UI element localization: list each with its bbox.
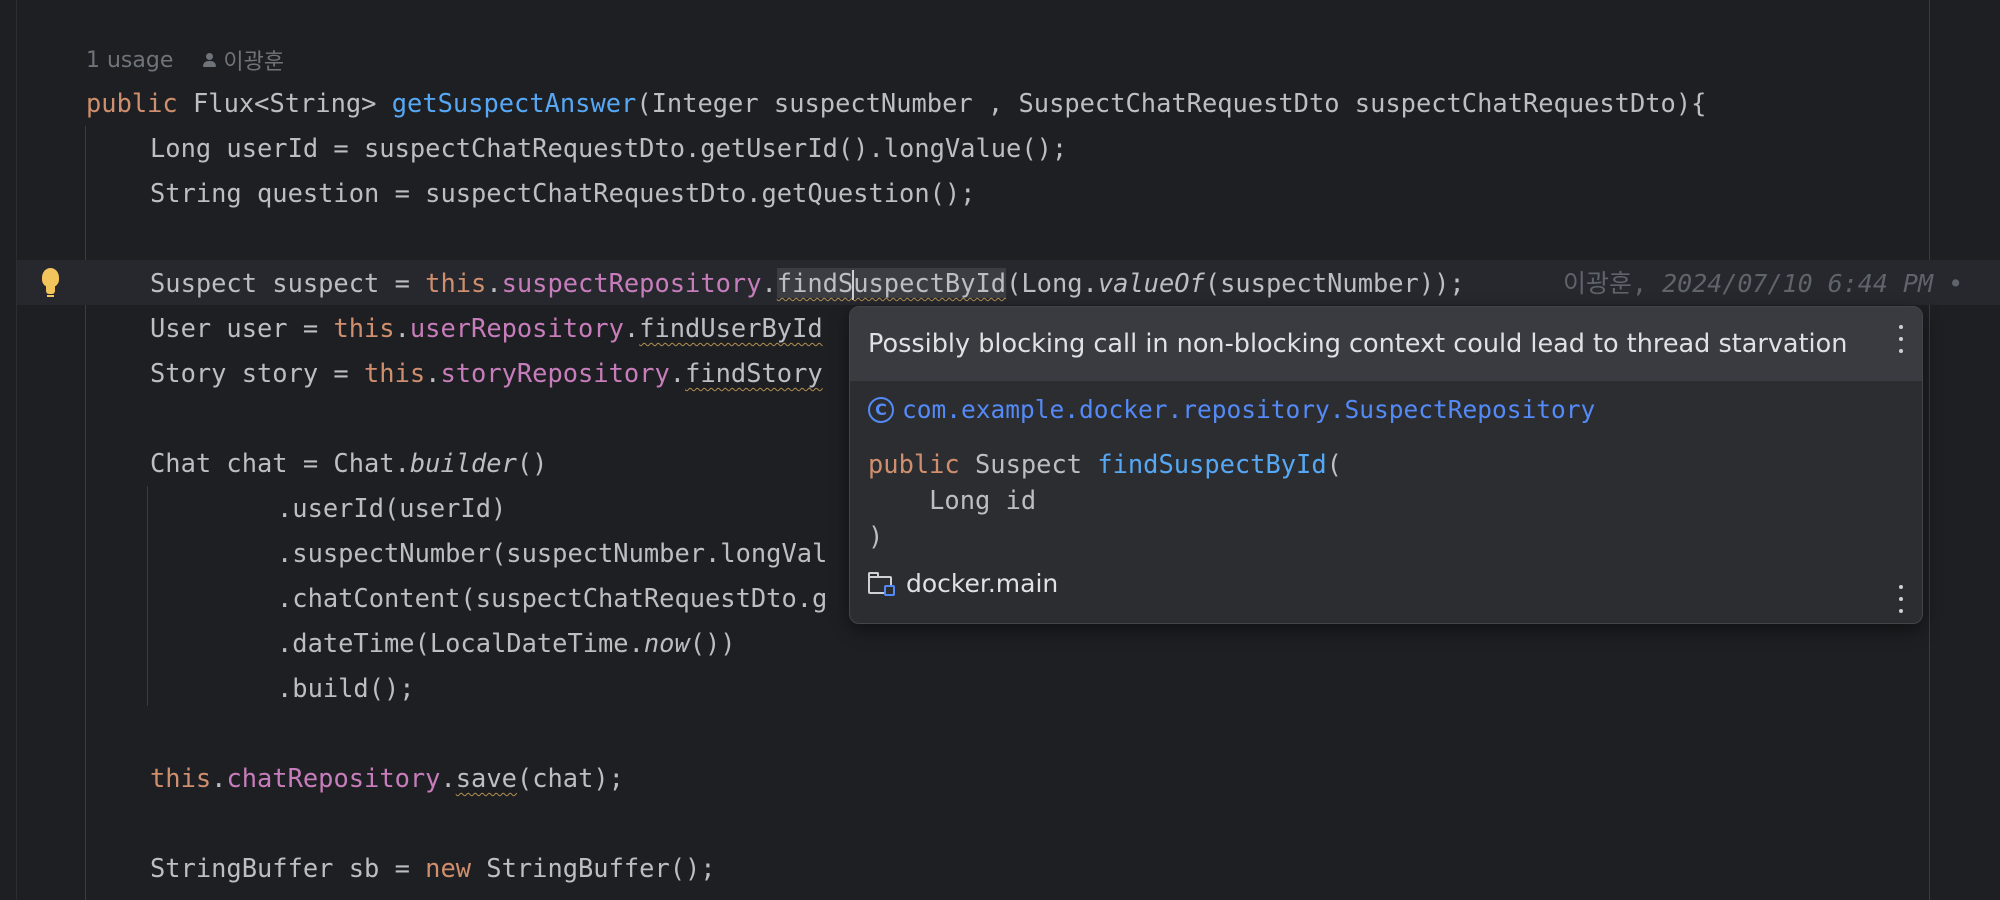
code-text: . — [211, 763, 227, 793]
field-name: suspectRepository — [501, 268, 762, 298]
code-line-2[interactable]: Long userId = suspectChatRequestDto.getU… — [150, 126, 1067, 170]
code-text: . — [486, 268, 502, 298]
code-line-4[interactable]: Suspect suspect = this.suspectRepository… — [150, 261, 1465, 305]
method-name: getSuspectAnswer — [391, 88, 637, 118]
code-text: . — [623, 313, 640, 343]
keyword: this — [425, 268, 487, 298]
code-text: User user = — [150, 313, 334, 343]
inspection-message: Possibly blocking call in non-blocking c… — [868, 329, 1848, 359]
module-link[interactable]: docker.main — [868, 569, 1058, 598]
code-text: findS — [776, 268, 854, 298]
code-text: (chat); — [516, 763, 624, 793]
code-line-10[interactable]: .chatContent(suspectChatRequestDto.g — [277, 576, 827, 620]
lightbulb-icon[interactable] — [38, 266, 64, 300]
indent-guide — [85, 126, 86, 900]
code-line-8[interactable]: .userId(userId) — [277, 486, 506, 530]
find-story-call: findStory — [685, 358, 823, 388]
more-vertical-icon[interactable] — [1896, 585, 1906, 613]
class-icon: C — [868, 396, 894, 423]
code-text: .dateTime(LocalDateTime. — [277, 628, 644, 658]
code-text: ( — [1326, 449, 1342, 479]
code-line-14[interactable]: StringBuffer sb = new StringBuffer(); — [150, 846, 716, 890]
keyword: this — [333, 313, 395, 343]
author-name: 이광훈 — [223, 50, 285, 75]
find-user-call: findUserById — [639, 313, 823, 343]
code-line-1[interactable]: public Flux<String> getSuspectAnswer(Int… — [86, 81, 1706, 125]
return-type: Suspect — [975, 449, 1098, 479]
indent-guide — [147, 486, 148, 706]
module-name: docker.main — [906, 569, 1059, 598]
person-icon — [201, 52, 217, 68]
code-text: uspectById — [853, 268, 1007, 298]
popup-header: Possibly blocking call in non-blocking c… — [850, 307, 1922, 381]
code-vision-hints: 1 usage 이광훈 — [86, 44, 284, 76]
code-line-5[interactable]: User user = this.userRepository.findUser… — [150, 306, 823, 350]
code-text: . — [394, 313, 410, 343]
code-text: StringBuffer(); — [471, 853, 716, 883]
right-margin-guide — [1929, 0, 1930, 900]
field-name: chatRepository — [226, 763, 441, 793]
method-signature-close: ) — [868, 521, 884, 551]
method-params: (Integer suspectNumber , SuspectChatRequ… — [636, 88, 1707, 118]
code-line-11[interactable]: .dateTime(LocalDateTime.now()) — [277, 621, 736, 665]
code-editor[interactable]: 1 usage 이광훈 public Flux<String> getSuspe… — [0, 0, 2000, 900]
code-text: Story story = — [150, 358, 365, 388]
static-method: valueOf — [1097, 268, 1205, 298]
code-line-12[interactable]: .build(); — [277, 666, 415, 710]
code-text: . — [440, 763, 456, 793]
keyword: this — [364, 358, 426, 388]
code-text: . — [425, 358, 441, 388]
field-name: storyRepository — [440, 358, 670, 388]
code-text: () — [516, 448, 548, 478]
code-line-9[interactable]: .suspectNumber(suspectNumber.longVal — [277, 531, 827, 575]
code-text: (suspectNumber)); — [1204, 268, 1465, 298]
more-vertical-icon[interactable] — [1896, 325, 1906, 353]
code-text: Chat chat = Chat. — [150, 448, 410, 478]
blame-author: 이광훈, — [1563, 269, 1663, 298]
method-name: findSuspectById — [1097, 449, 1327, 479]
code-text: . — [669, 358, 686, 388]
static-method: now — [643, 628, 690, 658]
save-call: save — [455, 763, 517, 793]
keyword: this — [150, 763, 212, 793]
code-line-6[interactable]: Story story = this.storyRepository.findS… — [150, 351, 823, 395]
code-text: Suspect suspect = — [150, 268, 426, 298]
code-line-13[interactable]: this.chatRepository.save(chat); — [150, 756, 624, 800]
find-suspect-call[interactable]: findSuspectById — [776, 268, 1007, 300]
author-hint[interactable]: 이광훈 — [201, 44, 284, 76]
code-text: StringBuffer sb = — [150, 853, 426, 883]
gutter-divider — [16, 0, 17, 900]
git-blame-annotation[interactable]: 이광훈, 2024/07/10 6:44 PM • — [1563, 262, 1963, 306]
keyword: public — [86, 88, 194, 118]
class-name: com.example.docker.repository.SuspectRep… — [902, 395, 1596, 424]
method-signature: public Suspect findSuspectById( — [868, 449, 1342, 479]
code-text: ()) — [689, 628, 736, 658]
keyword: new — [425, 853, 472, 883]
return-type: Flux<String> — [193, 88, 392, 118]
static-method: builder — [409, 448, 517, 478]
code-text: . — [761, 268, 777, 298]
folder-module-icon — [868, 571, 898, 596]
code-line-3[interactable]: String question = suspectChatRequestDto.… — [150, 171, 975, 215]
usages-hint[interactable]: 1 usage — [86, 48, 173, 73]
code-text: (Long. — [1006, 268, 1098, 298]
class-reference-link[interactable]: C com.example.docker.repository.SuspectR… — [868, 395, 1595, 424]
inspection-popup[interactable]: Possibly blocking call in non-blocking c… — [849, 306, 1923, 624]
blame-date: 2024/07/10 6:44 PM • — [1662, 269, 1964, 298]
code-line-7[interactable]: Chat chat = Chat.builder() — [150, 441, 547, 485]
method-param: Long id — [868, 485, 1037, 515]
keyword: public — [868, 449, 976, 479]
field-name: userRepository — [409, 313, 624, 343]
